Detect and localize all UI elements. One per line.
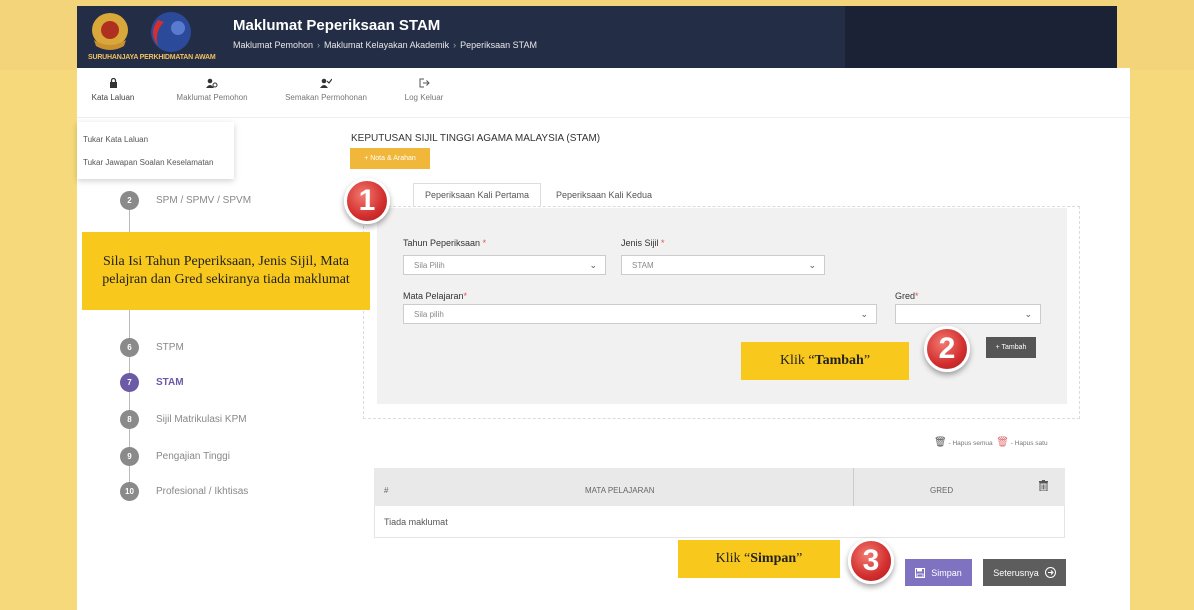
step-number: 7 — [120, 373, 139, 392]
tab-kali-pertama[interactable]: Peperiksaan Kali Pertama — [413, 183, 541, 207]
delete-all-icon[interactable] — [1039, 480, 1048, 491]
table-header — [374, 468, 1065, 506]
breadcrumb: Maklumat Pemohon › Maklumat Kelayakan Akad… — [233, 40, 537, 50]
klik-tambah-callout: Klik “Tambah” — [741, 342, 909, 380]
mata-pelajaran-label: Mata Pelajaran* — [403, 291, 468, 301]
empty-row-text: Tiada maklumat — [384, 517, 448, 527]
column-header-mata-pelajaran: MATA PELAJARAN — [585, 486, 655, 495]
jenis-sijil-select[interactable]: STAM ⌄ — [621, 255, 825, 275]
lock-icon — [109, 78, 117, 88]
tahun-label: Tahun Peperiksaan * — [403, 238, 487, 248]
step-number: 6 — [120, 338, 139, 357]
sign-out-icon — [419, 78, 430, 88]
breadcrumb-item-pemohon[interactable]: Maklumat Pemohon — [233, 40, 313, 50]
section-title: KEPUTUSAN SIJIL TINGGI AGAMA MALAYSIA (S… — [351, 133, 601, 144]
chevron-down-icon: ⌄ — [808, 260, 816, 270]
dropdown-item-tukar-kata-laluan[interactable]: Tukar Kata Laluan — [83, 135, 148, 144]
step-label: STAM — [156, 377, 184, 388]
step-pengajian-tinggi[interactable]: 9 Pengajian Tinggi — [120, 447, 230, 466]
tahun-select[interactable]: Sila Pilih ⌄ — [403, 255, 606, 275]
seterusnya-label: Seterusnya — [993, 567, 1039, 578]
mata-pelajaran-value: Sila pilih — [414, 309, 444, 319]
step-label: Sijil Matrikulasi KPM — [156, 414, 247, 425]
save-icon — [915, 567, 926, 578]
logo-caption: SURUHANJAYA PERKHIDMATAN AWAM — [88, 54, 216, 61]
mata-pelajaran-select[interactable]: Sila pilih ⌄ — [403, 304, 877, 324]
tambah-button[interactable]: + Tambah — [986, 337, 1036, 358]
nav-label: Semakan Permohonan — [285, 93, 367, 102]
step-profesional[interactable]: 10 Profesional / Ikhtisas — [120, 482, 248, 501]
step-number: 10 — [120, 482, 139, 501]
nav-kata-laluan[interactable]: Kata Laluan — [81, 78, 145, 102]
step-stam[interactable]: 7 STAM — [120, 373, 184, 392]
nav-label: Maklumat Pemohon — [176, 93, 248, 102]
table-row — [374, 506, 1065, 538]
trash-icon: 🗑 — [934, 437, 947, 448]
nota-arahan-button[interactable]: + Nota & Arahan — [350, 148, 430, 169]
simpan-button[interactable]: Simpan — [905, 559, 972, 586]
step-number: 9 — [120, 447, 139, 466]
dropdown-item-tukar-jawapan[interactable]: Tukar Jawapan Soalan Keselamatan — [83, 158, 213, 167]
chevron-down-icon: ⌄ — [589, 260, 597, 270]
nav-label: Kata Laluan — [91, 93, 135, 102]
klik-simpan-callout: Klik “Simpan” — [678, 540, 840, 578]
simpan-label: Simpan — [931, 567, 962, 578]
nav-label: Log Keluar — [404, 93, 444, 102]
step-number: 8 — [120, 410, 139, 429]
column-divider — [853, 468, 854, 506]
nav-semakan-permohonan[interactable]: Semakan Permohonan — [281, 78, 371, 102]
tab-kali-kedua[interactable]: Peperiksaan Kali Kedua — [541, 183, 667, 207]
column-header-number: # — [384, 486, 389, 495]
column-header-gred: GRED — [930, 486, 954, 495]
step-matrikulasi[interactable]: 8 Sijil Matrikulasi KPM — [120, 410, 247, 429]
instruction-callout: Sila Isi Tahun Peperiksaan, Jenis Sijil,… — [82, 232, 370, 310]
chevron-down-icon: ⌄ — [1024, 309, 1032, 319]
tahun-select-value: Sila Pilih — [414, 260, 445, 270]
step-label: STPM — [156, 342, 184, 353]
jenis-sijil-value: STAM — [632, 260, 654, 270]
seterusnya-button[interactable]: Seterusnya — [983, 559, 1066, 586]
step-badge-2: 2 — [924, 326, 970, 372]
arrow-circle-right-icon — [1044, 567, 1056, 578]
step-stpm[interactable]: 6 STPM — [120, 338, 184, 357]
chevron-down-icon: ⌄ — [860, 309, 868, 319]
kata-laluan-dropdown: Tukar Kata Laluan Tukar Jawapan Soalan K… — [77, 122, 234, 179]
jenis-sijil-label: Jenis Sijil * — [621, 238, 665, 248]
step-label: Pengajian Tinggi — [156, 451, 230, 462]
step-number: 2 — [120, 191, 139, 210]
breadcrumb-item-stam: Peperiksaan STAM — [460, 40, 537, 50]
gred-select[interactable]: ⌄ — [895, 304, 1041, 324]
step-label: Profesional / Ikhtisas — [156, 486, 249, 497]
gred-label: Gred* — [895, 291, 919, 301]
nav-log-keluar[interactable]: Log Keluar — [398, 78, 450, 102]
step-label: SPM / SPMV / SPVM — [156, 195, 252, 206]
trash-red-icon: 🗑 — [996, 437, 1009, 448]
step-badge-1: 1 — [344, 178, 390, 224]
hapus-legend: 🗑 - Hapus semua 🗑 - Hapus satu — [934, 437, 1048, 448]
breadcrumb-item-kelayakan[interactable]: Maklumat Kelayakan Akademik — [324, 40, 449, 50]
step-spm[interactable]: 2 SPM / SPMV / SPVM — [120, 191, 251, 210]
users-icon — [206, 78, 218, 88]
step-badge-3: 3 — [848, 538, 894, 584]
breadcrumb-separator-icon: › — [317, 40, 321, 50]
user-check-icon — [320, 78, 332, 88]
nav-maklumat-pemohon[interactable]: Maklumat Pemohon — [167, 78, 257, 102]
breadcrumb-separator-icon: › — [453, 40, 457, 50]
page-title: Maklumat Peperiksaan STAM — [233, 17, 441, 34]
header-right-panel — [845, 6, 1117, 68]
